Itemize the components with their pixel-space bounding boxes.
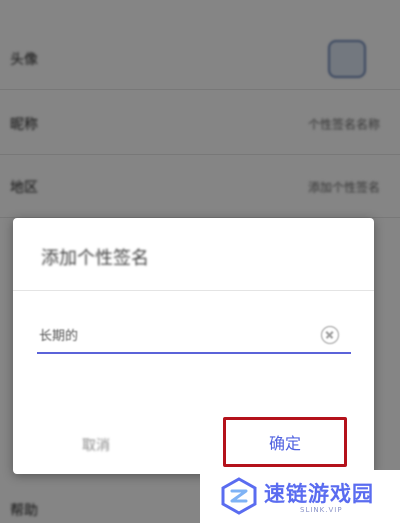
watermark-logo-icon xyxy=(221,477,257,515)
signature-input[interactable] xyxy=(39,316,349,352)
input-underline xyxy=(37,352,351,354)
clear-icon[interactable] xyxy=(321,326,339,344)
watermark: 速链游戏园 SLINK.VIP xyxy=(200,470,400,523)
signature-dialog: 添加个性签名 取消 确定 xyxy=(13,218,374,474)
confirm-button[interactable]: 确定 xyxy=(226,420,344,464)
confirm-highlight-box: 确定 xyxy=(223,417,347,467)
watermark-url: SLINK.VIP xyxy=(300,506,343,514)
watermark-name: 速链游戏园 xyxy=(264,482,374,506)
cancel-button[interactable]: 取消 xyxy=(51,428,141,462)
divider xyxy=(13,290,374,291)
dialog-title: 添加个性签名 xyxy=(41,248,149,269)
